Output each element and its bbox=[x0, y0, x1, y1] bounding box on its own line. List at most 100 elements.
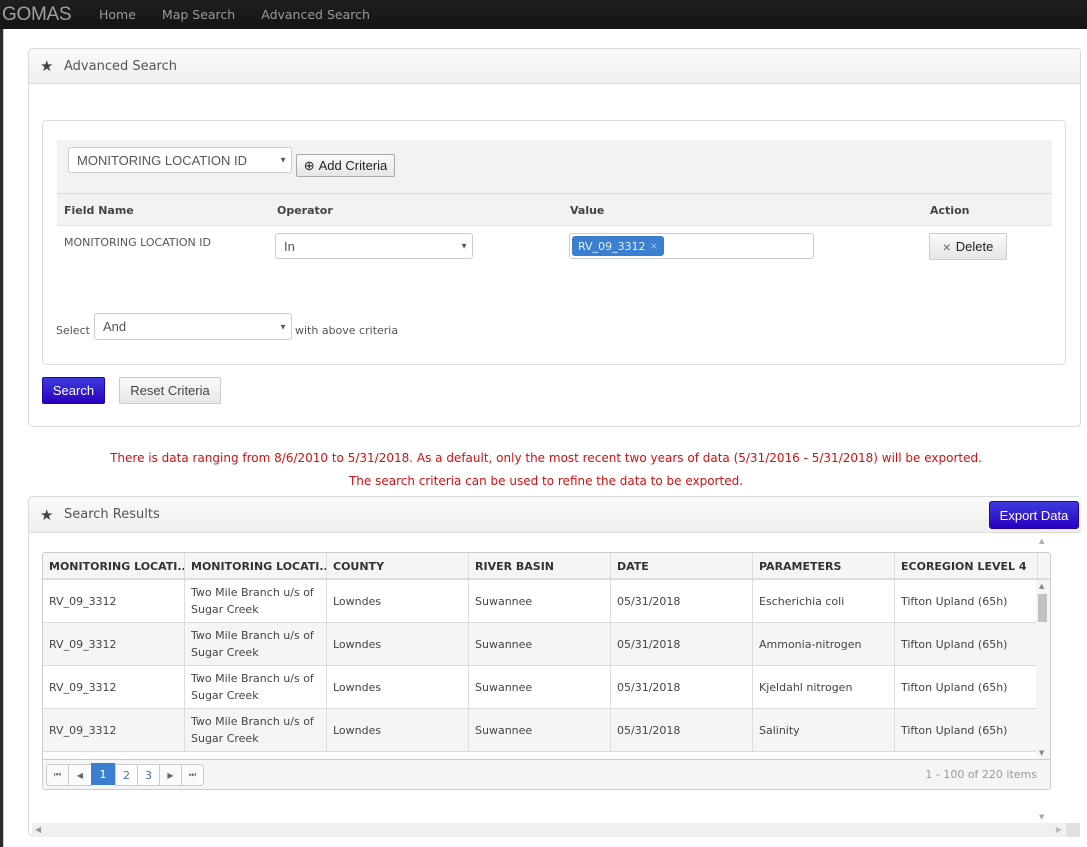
cell-river-basin: Suwannee bbox=[469, 666, 611, 708]
criteria-box: MONITORING LOCATION ID ▼ ⊕ Add Criteria … bbox=[42, 120, 1066, 365]
grid-pager: ⏮ ◀ 1 2 3 ▶ ⏭ 1 - 100 of 220 items bbox=[43, 759, 1050, 789]
cell-location-id: RV_09_3312 bbox=[43, 666, 185, 708]
last-page-button[interactable]: ⏭ bbox=[181, 764, 204, 786]
logic-value: And bbox=[103, 319, 127, 334]
cell-parameters: Salinity bbox=[753, 709, 895, 751]
page-2-button[interactable]: 2 bbox=[115, 764, 138, 786]
cell-river-basin: Suwannee bbox=[469, 580, 611, 622]
search-results-panel: ★ Search Results Export Data MONITORING … bbox=[28, 496, 1081, 836]
delete-label: Delete bbox=[955, 239, 994, 254]
cell-location-name: Two Mile Branch u/s of Sugar Creek bbox=[185, 666, 327, 708]
col-river-basin[interactable]: RIVER BASIN bbox=[469, 553, 611, 578]
first-page-button[interactable]: ⏮ bbox=[46, 764, 69, 786]
next-page-button[interactable]: ▶ bbox=[159, 764, 182, 786]
table-row[interactable]: RV_09_3312 Two Mile Branch u/s of Sugar … bbox=[43, 623, 1036, 666]
star-icon: ★ bbox=[40, 57, 54, 75]
col-date[interactable]: DATE bbox=[611, 553, 753, 578]
export-data-label: Export Data bbox=[999, 507, 1069, 523]
field-select[interactable]: MONITORING LOCATION ID ▼ bbox=[68, 147, 292, 173]
reset-criteria-button[interactable]: Reset Criteria bbox=[119, 377, 221, 404]
search-button[interactable]: Search bbox=[42, 377, 105, 404]
cell-parameters: Escherichia coli bbox=[753, 580, 895, 622]
operator-select[interactable]: In ▼ bbox=[275, 233, 473, 259]
cell-ecoregion: Tifton Upland (65h) bbox=[901, 637, 1008, 651]
cell-date: 05/31/2018 bbox=[611, 709, 753, 751]
nav-advanced-search[interactable]: Advanced Search bbox=[261, 7, 370, 22]
grid-body: RV_09_3312 Two Mile Branch u/s of Sugar … bbox=[43, 580, 1036, 759]
criteria-table-header: Field Name Operator Value Action bbox=[57, 193, 1052, 226]
col-action: Action bbox=[930, 204, 970, 217]
top-navbar: GOMAS Home Map Search Advanced Search bbox=[0, 0, 1087, 29]
star-icon: ★ bbox=[40, 505, 54, 524]
search-results-header: ★ Search Results bbox=[29, 497, 1081, 533]
scroll-down-icon[interactable]: ▼ bbox=[1039, 813, 1044, 821]
panel-title: Advanced Search bbox=[64, 58, 178, 74]
nav-home[interactable]: Home bbox=[99, 7, 136, 22]
table-row[interactable]: RV_09_3312 Two Mile Branch u/s of Sugar … bbox=[43, 580, 1036, 623]
col-parameters[interactable]: PARAMETERS bbox=[753, 553, 895, 578]
cell-location-name: Two Mile Branch u/s of Sugar Creek bbox=[185, 580, 327, 622]
reset-criteria-label: Reset Criteria bbox=[130, 383, 210, 398]
table-row[interactable]: RV_09_3312 Two Mile Branch u/s of Sugar … bbox=[43, 709, 1036, 752]
page-1-button[interactable]: 1 bbox=[91, 763, 115, 785]
criteria-field-name: MONITORING LOCATION ID bbox=[64, 236, 211, 249]
cell-date: 05/31/2018 bbox=[611, 580, 753, 622]
cell-ecoregion: Tifton Upland (65h) bbox=[901, 680, 1008, 694]
col-county[interactable]: COUNTY bbox=[327, 553, 469, 578]
col-field-name: Field Name bbox=[64, 204, 134, 217]
table-row[interactable]: RV_09_3312 Two Mile Branch u/s of Sugar … bbox=[43, 666, 1036, 709]
prev-page-button[interactable]: ◀ bbox=[68, 764, 92, 786]
brand-logo[interactable]: GOMAS bbox=[0, 4, 99, 26]
logic-select[interactable]: And ▼ bbox=[94, 313, 292, 340]
cell-date: 05/31/2018 bbox=[611, 666, 753, 708]
export-data-button[interactable]: Export Data bbox=[989, 501, 1079, 529]
col-monitoring-location-name[interactable]: MONITORING LOCATI... bbox=[185, 553, 327, 578]
advanced-search-panel: ★ Advanced Search MONITORING LOCATION ID… bbox=[28, 48, 1081, 427]
cell-county: Lowndes bbox=[327, 580, 469, 622]
scroll-left-icon[interactable]: ◀ bbox=[35, 825, 41, 834]
cell-county: Lowndes bbox=[327, 709, 469, 751]
page-content: ★ Advanced Search MONITORING LOCATION ID… bbox=[3, 29, 1087, 847]
chevron-down-icon: ▼ bbox=[279, 155, 287, 165]
cell-river-basin: Suwannee bbox=[469, 623, 611, 665]
cell-location-id: RV_09_3312 bbox=[43, 623, 185, 665]
advanced-search-header: ★ Advanced Search bbox=[29, 49, 1080, 84]
col-monitoring-location-id[interactable]: MONITORING LOCATI... bbox=[43, 553, 185, 578]
value-tag: RV_09_3312 × bbox=[572, 236, 664, 256]
logic-suffix-label: with above criteria bbox=[295, 324, 399, 337]
select-label: Select bbox=[56, 324, 90, 337]
value-tag-label: RV_09_3312 bbox=[578, 239, 646, 253]
add-criteria-button[interactable]: ⊕ Add Criteria bbox=[296, 154, 395, 177]
cell-location-id: RV_09_3312 bbox=[43, 709, 185, 751]
scrollbar-corner bbox=[1066, 823, 1080, 837]
cell-county: Lowndes bbox=[327, 666, 469, 708]
nav-map-search[interactable]: Map Search bbox=[162, 7, 235, 22]
results-horizontal-scrollbar[interactable]: ◀ ▶ bbox=[32, 823, 1076, 837]
value-tag-input[interactable]: RV_09_3312 × bbox=[569, 233, 814, 259]
results-vertical-scrollbar[interactable]: ▲ ▼ bbox=[1036, 533, 1050, 823]
export-notice-line2: The search criteria can be used to refin… bbox=[348, 474, 744, 488]
cell-ecoregion: Tifton Upland (65h) bbox=[901, 594, 1008, 608]
panel-title: Search Results bbox=[64, 507, 160, 522]
cell-location-name: Two Mile Branch u/s of Sugar Creek bbox=[185, 623, 327, 665]
cell-county: Lowndes bbox=[327, 623, 469, 665]
scroll-right-icon[interactable]: ▶ bbox=[1056, 825, 1062, 834]
pager-info: 1 - 100 of 220 items bbox=[925, 768, 1037, 781]
cell-parameters: Kjeldahl nitrogen bbox=[753, 666, 895, 708]
delete-criteria-button[interactable]: × Delete bbox=[929, 233, 1007, 260]
add-criteria-label: Add Criteria bbox=[318, 158, 388, 173]
operator-value: In bbox=[284, 238, 295, 254]
export-notice-line1: There is data ranging from 8/6/2010 to 5… bbox=[110, 451, 982, 465]
col-ecoregion-level-4[interactable]: ECOREGION LEVEL 4 bbox=[895, 553, 1038, 578]
field-select-value: MONITORING LOCATION ID bbox=[77, 152, 247, 168]
page-3-button[interactable]: 3 bbox=[137, 764, 160, 786]
cell-ecoregion: Tifton Upland (65h) bbox=[901, 723, 1008, 737]
remove-tag-icon[interactable]: × bbox=[650, 241, 658, 252]
criteria-toolbar: MONITORING LOCATION ID ▼ ⊕ Add Criteria bbox=[57, 140, 1052, 193]
col-operator: Operator bbox=[277, 204, 333, 217]
scroll-up-icon[interactable]: ▲ bbox=[1039, 537, 1044, 545]
grid-header: MONITORING LOCATI... MONITORING LOCATI..… bbox=[43, 553, 1050, 580]
table-row[interactable] bbox=[43, 752, 1036, 759]
cell-river-basin: Suwannee bbox=[469, 709, 611, 751]
cell-date: 05/31/2018 bbox=[611, 623, 753, 665]
